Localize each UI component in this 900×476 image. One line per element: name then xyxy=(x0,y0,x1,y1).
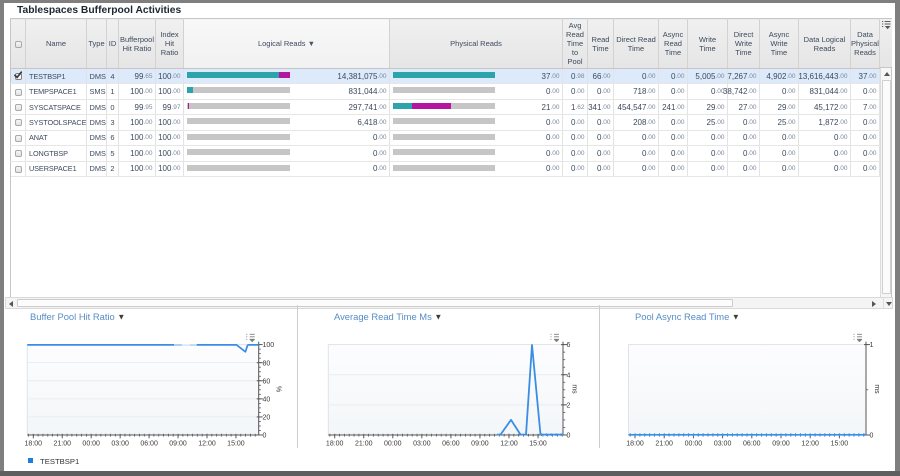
svg-text:20: 20 xyxy=(263,415,271,422)
svg-text:12:00: 12:00 xyxy=(500,441,518,448)
svg-text:21:00: 21:00 xyxy=(355,441,373,448)
svg-text:15:00: 15:00 xyxy=(529,441,547,448)
svg-text:03:00: 03:00 xyxy=(714,441,732,448)
svg-text:06:00: 06:00 xyxy=(442,441,460,448)
svg-text:%: % xyxy=(275,386,282,392)
svg-text:0: 0 xyxy=(870,433,874,440)
svg-text:09:00: 09:00 xyxy=(772,441,790,448)
svg-text:21:00: 21:00 xyxy=(53,441,71,448)
svg-text:18:00: 18:00 xyxy=(25,441,43,448)
svg-text:60: 60 xyxy=(263,378,271,385)
svg-text:03:00: 03:00 xyxy=(111,441,129,448)
svg-text:00:00: 00:00 xyxy=(82,441,100,448)
svg-text:ms: ms xyxy=(873,384,880,394)
svg-text:100: 100 xyxy=(263,342,275,349)
svg-text:18:00: 18:00 xyxy=(626,441,644,448)
svg-text:03:00: 03:00 xyxy=(413,441,431,448)
svg-text:06:00: 06:00 xyxy=(140,441,158,448)
svg-text:80: 80 xyxy=(263,360,271,367)
svg-text:4: 4 xyxy=(567,372,571,379)
svg-text:21:00: 21:00 xyxy=(655,441,673,448)
svg-text:ms: ms xyxy=(571,384,578,394)
svg-text:15:00: 15:00 xyxy=(831,441,849,448)
svg-text:0: 0 xyxy=(263,433,267,440)
svg-text:1: 1 xyxy=(870,342,874,349)
svg-text:15:00: 15:00 xyxy=(227,441,245,448)
svg-text:12:00: 12:00 xyxy=(198,441,216,448)
svg-text:40: 40 xyxy=(263,396,271,403)
svg-text:00:00: 00:00 xyxy=(384,441,402,448)
svg-text:18:00: 18:00 xyxy=(326,441,344,448)
svg-text:09:00: 09:00 xyxy=(471,441,489,448)
svg-text:09:00: 09:00 xyxy=(169,441,187,448)
svg-text:0: 0 xyxy=(567,433,571,440)
svg-text:2: 2 xyxy=(567,402,571,409)
svg-text:12:00: 12:00 xyxy=(801,441,819,448)
svg-text:6: 6 xyxy=(567,342,571,349)
svg-text:00:00: 00:00 xyxy=(685,441,703,448)
svg-text:06:00: 06:00 xyxy=(743,441,761,448)
